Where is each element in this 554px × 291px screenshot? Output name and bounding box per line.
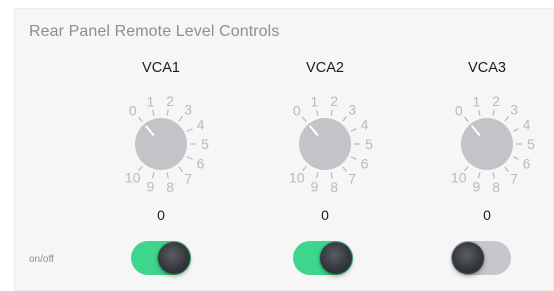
- vca3-toggle[interactable]: [451, 241, 511, 275]
- dial-scale-label: 9: [146, 179, 154, 195]
- vca1-label: VCA1: [142, 60, 180, 76]
- dial-tick: [166, 172, 169, 179]
- vca3-knob[interactable]: 0 1 2 3 4 5 6 7 8 9 10: [427, 89, 547, 201]
- vca3-label: VCA3: [468, 60, 506, 76]
- dial-tick: [186, 156, 193, 160]
- dial-scale-label: 0: [129, 102, 137, 118]
- vca2-knob[interactable]: 0 1 2 3 4 5 6 7 8 9 10: [265, 89, 385, 201]
- vca1-value: 0: [157, 207, 165, 223]
- dial-graphic: 01 234 5 6789 10: [125, 93, 209, 195]
- vca3-value: 0: [483, 207, 491, 223]
- dial-tick: [350, 128, 357, 132]
- dial-scale-label: 2: [166, 93, 174, 109]
- dial-scale-label: 10: [125, 170, 141, 186]
- vca2-toggle[interactable]: [293, 241, 353, 275]
- dial-tick: [178, 116, 184, 122]
- vca2-toggle-thumb[interactable]: [320, 242, 352, 274]
- vca1-toggle-thumb[interactable]: [158, 242, 190, 274]
- knob-body[interactable]: [135, 118, 187, 170]
- dial-scale-label: 4: [523, 117, 531, 133]
- vca1-toggle[interactable]: [131, 241, 191, 275]
- dial-scale-label: 5: [365, 136, 373, 152]
- dial-scale-label: 7: [184, 171, 192, 187]
- vca1-knob[interactable]: 0 1 2 3 4 5 6 7 8 9 10: [101, 89, 221, 201]
- dial-scale-label: 4: [197, 117, 205, 133]
- dial-tick: [186, 128, 193, 132]
- dial-scale-label: 10: [289, 170, 305, 186]
- dial-scale-label: 3: [184, 101, 192, 117]
- dial-tick: [342, 116, 348, 122]
- dial-tick: [166, 109, 169, 116]
- dial-tick: [492, 109, 495, 116]
- dial-scale-label: 6: [361, 155, 369, 171]
- dial-scale-label: 5: [201, 136, 209, 152]
- dial-tick: [492, 172, 495, 179]
- dial-tick: [504, 166, 510, 172]
- dial-tick: [464, 116, 469, 123]
- dial-scale-label: 2: [492, 93, 500, 109]
- dial-tick: [350, 156, 357, 160]
- dial-tick: [477, 109, 481, 117]
- panel-title: Rear Panel Remote Level Controls: [29, 23, 280, 40]
- dial-scale-label: 9: [472, 179, 480, 195]
- dial-scale-label: 7: [348, 171, 356, 187]
- dial-tick: [512, 156, 519, 160]
- dial-graphic: 01 234 5 6789 10: [289, 93, 373, 195]
- dial-scale-label: 6: [523, 155, 531, 171]
- dial-scale-label: 1: [472, 93, 480, 109]
- vca3-toggle-thumb[interactable]: [452, 242, 484, 274]
- dial-scale-label: 8: [492, 179, 500, 195]
- dial-scale-label: 1: [146, 93, 154, 109]
- dial-tick: [504, 116, 510, 122]
- vca2-label: VCA2: [306, 60, 344, 76]
- onoff-label: on/off: [29, 254, 54, 265]
- dial-tick: [315, 109, 319, 117]
- dial-tick: [330, 172, 333, 179]
- dial-scale-label: 8: [166, 179, 174, 195]
- dial-tick: [477, 171, 481, 179]
- remote-level-panel: Rear Panel Remote Level Controls VCA1 01…: [14, 8, 554, 291]
- dial-scale-label: 2: [330, 93, 338, 109]
- dial-scale-label: 7: [510, 171, 518, 187]
- dial-scale-label: 9: [310, 179, 318, 195]
- dial-scale-label: 4: [361, 117, 369, 133]
- knob-body[interactable]: [299, 118, 351, 170]
- dial-scale-label: 3: [348, 101, 356, 117]
- dial-tick: [151, 109, 155, 117]
- dial-tick: [151, 171, 155, 179]
- dial-scale-label: 5: [527, 136, 535, 152]
- dial-tick: [342, 166, 348, 172]
- vca2-value: 0: [321, 207, 329, 223]
- dial-scale-label: 3: [510, 101, 518, 117]
- dial-tick: [512, 128, 519, 132]
- dial-scale-label: 6: [197, 155, 205, 171]
- dial-tick: [302, 116, 307, 123]
- dial-tick: [178, 166, 184, 172]
- dial-scale-label: 10: [451, 170, 467, 186]
- dial-graphic: 01 234 5 6789 10: [451, 93, 535, 195]
- dial-tick: [330, 109, 333, 116]
- dial-scale-label: 1: [310, 93, 318, 109]
- dial-tick: [138, 116, 143, 123]
- dial-scale-label: 0: [293, 102, 301, 118]
- knob-body[interactable]: [461, 118, 513, 170]
- dial-tick: [315, 171, 319, 179]
- dial-scale-label: 8: [330, 179, 338, 195]
- dial-scale-label: 0: [455, 102, 463, 118]
